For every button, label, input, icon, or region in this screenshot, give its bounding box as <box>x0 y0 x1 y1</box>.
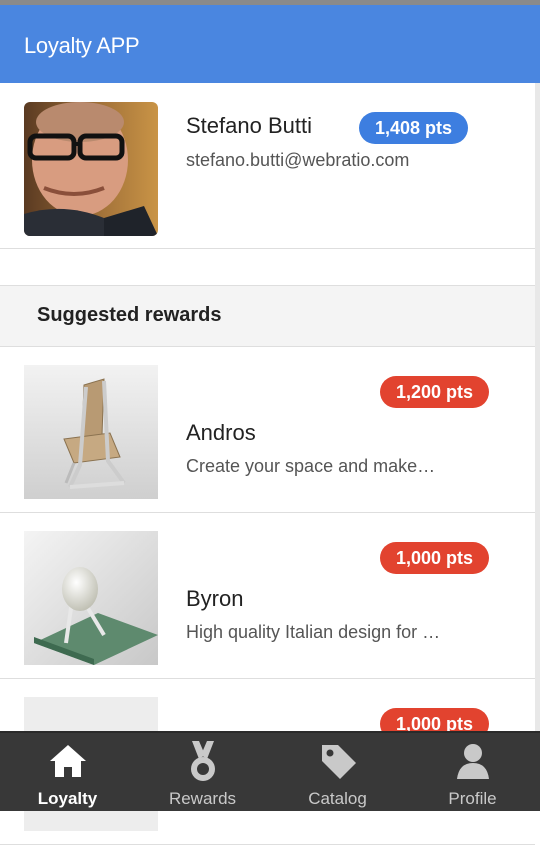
section-title: Suggested rewards <box>37 304 222 326</box>
user-email: stefano.butti@webratio.com <box>186 150 410 170</box>
reward-name: Byron <box>186 586 244 611</box>
tag-icon <box>316 739 360 783</box>
tab-rewards[interactable]: Rewards <box>135 733 270 811</box>
tab-label: Loyalty <box>37 789 98 808</box>
user-profile-card[interactable]: Stefano Butti 1,408 pts stefano.butti@we… <box>0 83 535 249</box>
person-icon <box>451 739 495 783</box>
tab-label: Rewards <box>168 789 237 808</box>
tab-label: Catalog <box>308 789 367 808</box>
reward-description: High quality Italian design for … <box>186 622 441 642</box>
home-icon <box>46 739 90 783</box>
app-title: Loyalty APP <box>24 33 140 58</box>
reward-points-badge: 1,000 pts <box>379 542 489 574</box>
reward-description: Create your space and make… <box>186 456 436 476</box>
lamp-image <box>24 531 158 665</box>
app-header: Loyalty APP <box>0 0 540 83</box>
points-badge: 1,408 pts <box>359 112 469 144</box>
reward-item[interactable]: 1,200 pts Andros Create your space and m… <box>0 347 535 513</box>
tab-loyalty[interactable]: Loyalty <box>0 733 135 811</box>
tab-profile[interactable]: Profile <box>405 733 540 811</box>
reward-item[interactable]: 1,000 pts Byron High quality Italian des… <box>0 513 535 679</box>
reward-name: Andros <box>186 420 256 445</box>
tab-label: Profile <box>448 789 497 808</box>
reward-points-badge: 1,200 pts <box>379 376 489 408</box>
section-header: Suggested rewards <box>0 285 535 347</box>
scrollbar[interactable] <box>535 83 540 731</box>
tab-catalog[interactable]: Catalog <box>270 733 405 811</box>
medal-icon <box>181 739 225 783</box>
chair-image <box>24 365 158 499</box>
tab-bar: Loyalty Rewards Catalog Profile <box>0 731 540 811</box>
avatar <box>24 102 158 236</box>
user-name: Stefano Butti <box>186 113 312 138</box>
